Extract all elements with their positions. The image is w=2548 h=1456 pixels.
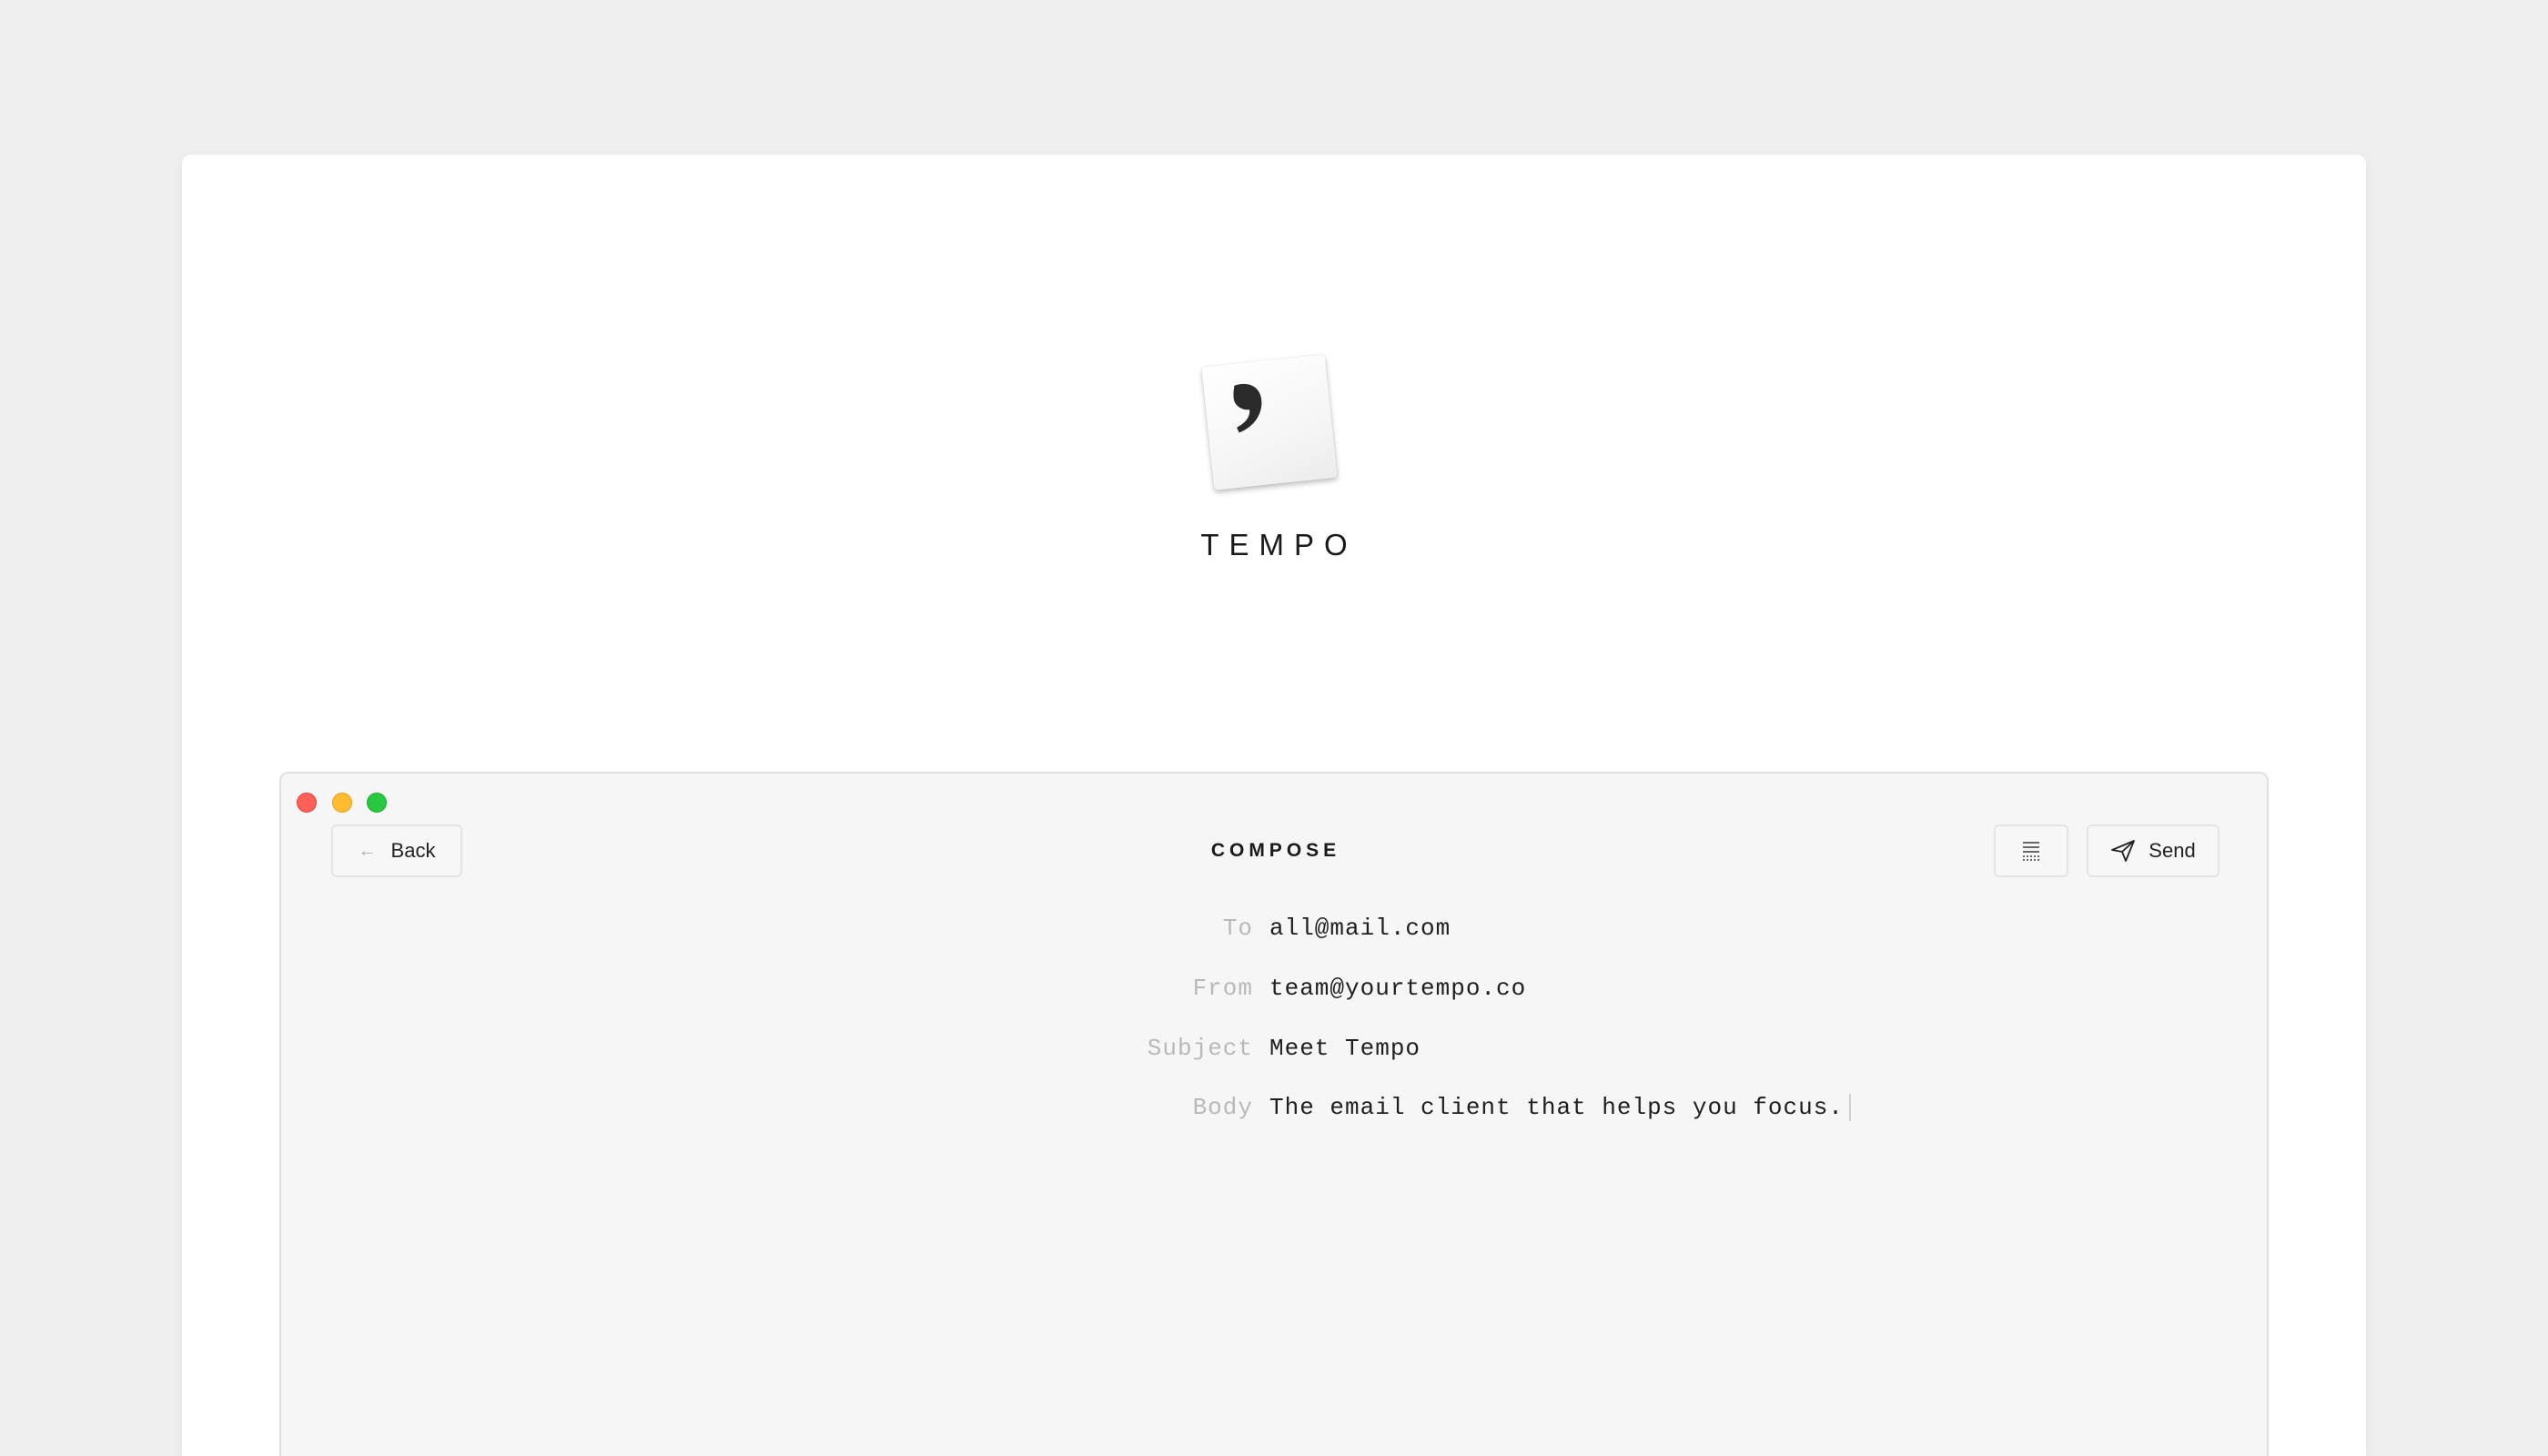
body-label: Body — [1192, 1094, 1253, 1121]
brand-name: TEMPO — [1200, 528, 1358, 561]
landing-card: TEMPO ← Back COMPOSE Send To all@mail.co… — [182, 155, 2366, 1456]
compose-window: ← Back COMPOSE Send To all@mail.com From… — [279, 772, 2269, 1456]
body-field[interactable]: The email client that helps you focus. — [1269, 1089, 1851, 1126]
comma-icon — [1233, 383, 1262, 433]
window-close-button[interactable] — [297, 793, 317, 813]
text-caret — [1848, 1094, 1851, 1122]
to-field[interactable]: all@mail.com — [1269, 910, 1451, 946]
tempo-logo-icon — [1201, 354, 1338, 490]
subject-label: Subject — [1147, 1035, 1253, 1062]
window-maximize-button[interactable] — [367, 793, 387, 813]
body-text: The email client that helps you focus. — [1269, 1094, 1844, 1121]
from-field[interactable]: team@yourtempo.co — [1269, 970, 1526, 1006]
paper-plane-icon — [2111, 840, 2136, 862]
window-minimize-button[interactable] — [332, 793, 352, 813]
send-button[interactable]: Send — [2087, 824, 2219, 877]
from-label: From — [1192, 975, 1253, 1002]
draft-button[interactable] — [1994, 824, 2068, 877]
to-label: To — [1222, 915, 1253, 942]
window-title: COMPOSE — [1210, 840, 1341, 861]
send-button-label: Send — [2149, 839, 2196, 862]
subject-field[interactable]: Meet Tempo — [1269, 1030, 1421, 1067]
document-lines-icon — [2023, 842, 2039, 861]
